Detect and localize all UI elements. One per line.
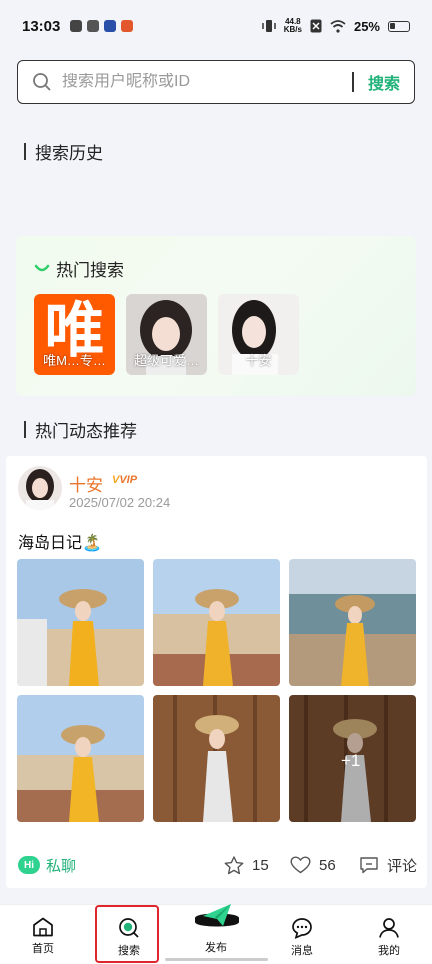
post-photo[interactable] [153, 695, 280, 822]
hot-search-item[interactable]: 唯 唯M…专… [34, 294, 115, 375]
status-bar: 13:03 44.8 KB/s 25% [0, 0, 432, 52]
post-photo[interactable] [289, 559, 416, 686]
nav-mine[interactable]: 我的 [359, 905, 419, 964]
net-speed-unit: KB/s [283, 25, 302, 34]
status-time: 13:03 [22, 17, 61, 35]
smile-icon [34, 264, 50, 271]
heading-bar [24, 143, 26, 160]
message-icon [292, 918, 312, 939]
comment-icon [360, 857, 378, 874]
like-count: 56 [319, 856, 336, 874]
heading-bar [24, 421, 26, 438]
no-sim-icon [310, 19, 322, 33]
wifi-icon [330, 19, 346, 33]
battery-percent: 25% [353, 18, 380, 34]
search-divider [352, 72, 354, 92]
username[interactable]: 十安 [69, 471, 103, 496]
vip-badge: VVIP [112, 474, 138, 486]
hot-search-item-label: 超级可爱… [133, 353, 199, 368]
star-count: 15 [252, 856, 269, 874]
comment-button[interactable]: 评论 [359, 855, 417, 876]
beach-photo [17, 695, 144, 822]
battery-icon [388, 20, 410, 32]
net-speed: 44.8 KB/s [284, 18, 302, 34]
app-notification-icon [87, 20, 100, 32]
search-input[interactable] [62, 73, 353, 91]
private-chat-button[interactable]: Hi 私聊 [18, 855, 76, 876]
app-notification-icon [121, 20, 134, 32]
private-chat-label: 私聊 [46, 857, 77, 875]
recommend-title: 热门动态推荐 [35, 422, 137, 441]
nav-messages-label: 消息 [291, 945, 313, 957]
status-right: 44.8 KB/s 25% [261, 18, 410, 34]
nav-home-label: 首页 [32, 943, 54, 955]
hot-search-title: 热门搜索 [56, 261, 124, 280]
history-heading: 搜索历史 [24, 139, 103, 164]
paper-plane-icon [195, 904, 239, 927]
app-notification-icon [104, 20, 117, 32]
vibrate-icon [261, 20, 276, 32]
avatar-image [18, 466, 62, 510]
more-photos-count: +1 [341, 751, 361, 770]
search-button[interactable]: 搜索 [368, 70, 400, 94]
star-icon [224, 855, 244, 874]
star-button[interactable]: 15 [224, 855, 269, 875]
post-text: 海岛日记🏝️ [18, 535, 102, 552]
nav-mine-label: 我的 [378, 945, 400, 957]
history-title: 搜索历史 [35, 144, 103, 163]
user-icon [379, 918, 399, 938]
hot-search-item-label: 十安 [245, 353, 272, 368]
nav-home[interactable]: 首页 [13, 905, 73, 964]
nav-publish-label: 发布 [205, 942, 227, 954]
publish-button[interactable] [193, 904, 241, 932]
post-photo[interactable] [17, 559, 144, 686]
post-card: 十安 VVIP 2025/07/02 20:24 海岛日记🏝️ +1 Hi 私聊… [6, 456, 427, 888]
beach-photo [153, 559, 280, 686]
search-bar: 搜索 [17, 60, 415, 104]
search-icon [33, 73, 51, 91]
nav-messages[interactable]: 消息 [272, 905, 332, 964]
recommend-heading: 热门动态推荐 [24, 417, 137, 442]
post-time: 2025/07/02 20:24 [69, 495, 171, 510]
comment-label: 评论 [387, 857, 418, 875]
hi-badge: Hi [18, 856, 40, 874]
post-photo[interactable]: +1 [289, 695, 416, 822]
post-footer: Hi 私聊 15 56 评论 [6, 850, 427, 880]
app-notification-icon [70, 20, 83, 32]
home-icon [33, 917, 53, 937]
like-button[interactable]: 56 [290, 856, 336, 874]
avatar[interactable] [18, 466, 62, 510]
beach-photo [17, 559, 144, 686]
hot-search-item[interactable]: 超级可爱… [126, 294, 207, 375]
post-photo[interactable] [17, 695, 144, 822]
hot-search-item-label: 唯M…专… [43, 353, 106, 368]
vip-badge-text: VIP [119, 474, 138, 486]
notification-icons [70, 20, 134, 32]
home-indicator [165, 958, 268, 961]
hot-search-card: 热门搜索 唯 唯M…专… 超级可爱… 十安 [16, 236, 416, 396]
wood-wall-photo [153, 695, 280, 822]
hot-search-item[interactable]: 十安 [218, 294, 299, 375]
post-photo[interactable] [153, 559, 280, 686]
heart-icon [290, 856, 311, 874]
search-tab-highlight [95, 905, 159, 963]
hot-search-heading: 热门搜索 [34, 256, 124, 281]
beach-photo [289, 559, 416, 686]
